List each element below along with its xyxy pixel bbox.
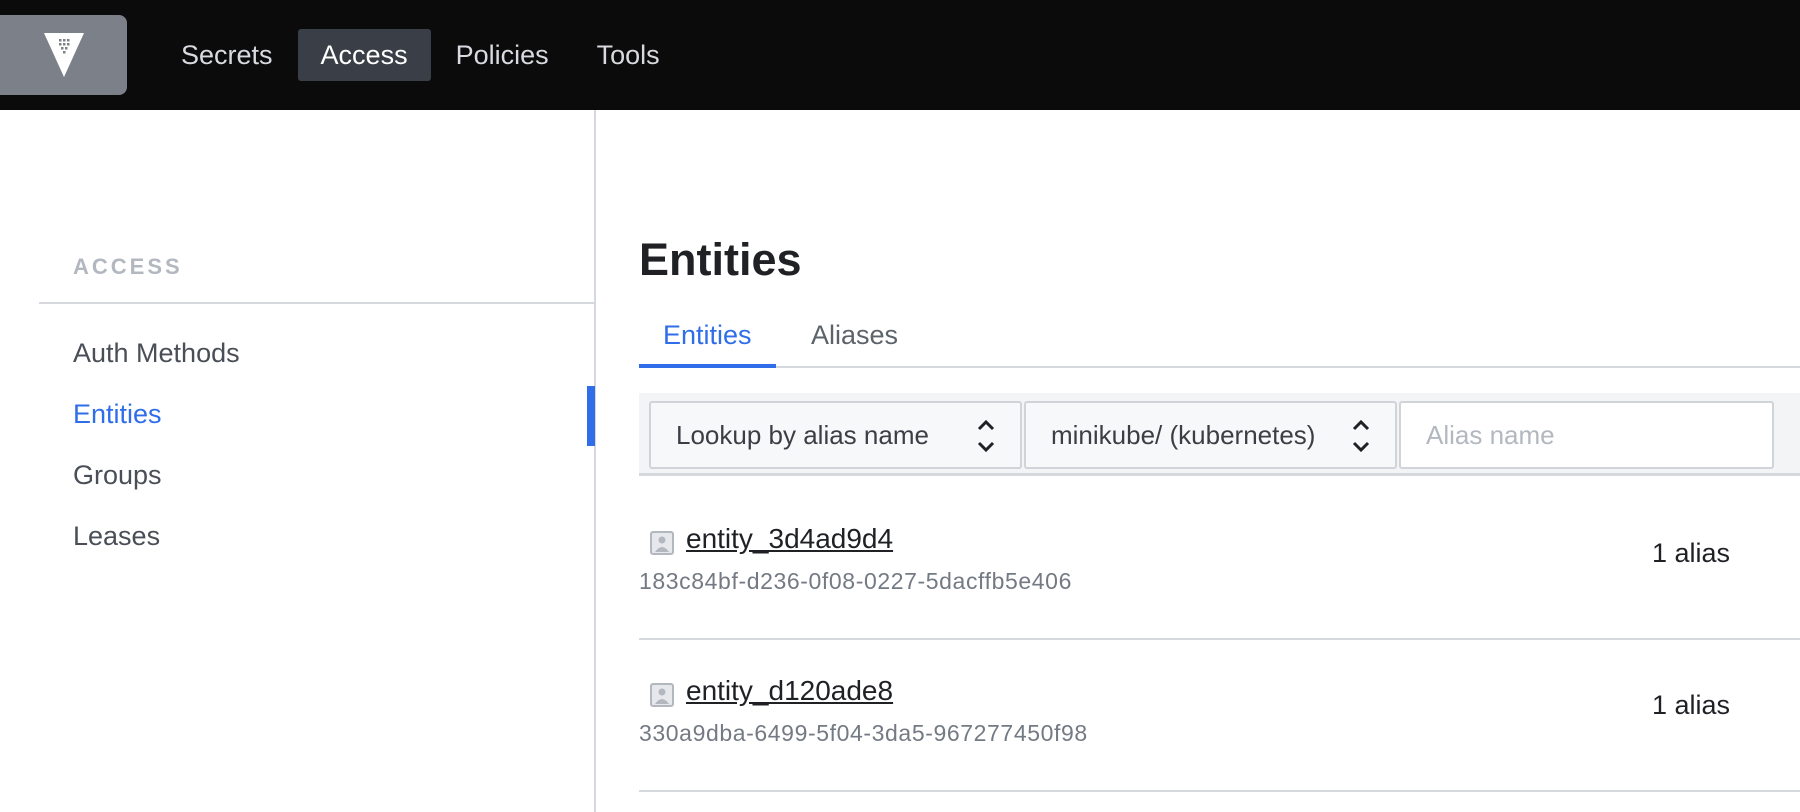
sidebar-item-leases[interactable]: Leases: [73, 521, 160, 552]
chevron-up-down-icon: [977, 419, 995, 453]
tab-bar: Entities Aliases: [639, 320, 1800, 368]
entity-row[interactable]: entity_d120ade8 330a9dba-6499-5f04-3da5-…: [639, 642, 1800, 792]
sidebar-item-groups[interactable]: Groups: [73, 460, 162, 491]
nav-secrets[interactable]: Secrets: [158, 29, 296, 81]
sidebar-divider: [39, 302, 596, 304]
entity-name-link[interactable]: entity_d120ade8: [686, 675, 893, 707]
entity-name-link[interactable]: entity_3d4ad9d4: [686, 523, 893, 555]
chevron-up-down-icon: [1352, 419, 1370, 453]
sidebar: ACCESS Auth Methods Entities Groups Leas…: [0, 110, 596, 812]
lookup-type-select[interactable]: Lookup by alias name: [649, 401, 1022, 469]
tab-entities[interactable]: Entities: [639, 320, 776, 368]
vault-logo-button[interactable]: [0, 15, 127, 95]
main-nav: Secrets Access Policies Tools: [158, 29, 683, 81]
alias-count: 1 alias: [1651, 538, 1730, 568]
entity-row[interactable]: entity_3d4ad9d4 183c84bf-d236-0f08-0227-…: [639, 490, 1800, 640]
lookup-type-value: Lookup by alias name: [676, 419, 929, 450]
nav-access[interactable]: Access: [297, 29, 431, 81]
sidebar-item-entities[interactable]: Entities: [73, 399, 162, 430]
nav-tools[interactable]: Tools: [574, 29, 683, 81]
tab-aliases[interactable]: Aliases: [787, 320, 922, 368]
auth-mount-select[interactable]: minikube/ (kubernetes): [1024, 401, 1397, 469]
sidebar-item-auth-methods[interactable]: Auth Methods: [73, 338, 240, 369]
user-square-icon: [650, 683, 674, 707]
alias-count: 1 alias: [1651, 690, 1730, 720]
page-title: Entities: [639, 234, 802, 285]
sidebar-heading: ACCESS: [73, 254, 183, 279]
user-square-icon: [650, 531, 674, 555]
filter-bar: Lookup by alias name minikube/ (kubernet…: [639, 393, 1800, 476]
alias-name-input[interactable]: [1399, 401, 1774, 469]
top-navigation-bar: Secrets Access Policies Tools: [0, 0, 1800, 110]
nav-policies[interactable]: Policies: [433, 29, 572, 81]
auth-mount-value: minikube/ (kubernetes): [1051, 419, 1316, 450]
main-content: Entities Entities Aliases Lookup by alia…: [598, 110, 1800, 812]
entity-id: 330a9dba-6499-5f04-3da5-967277450f98: [639, 720, 1088, 746]
vault-logo-icon: [43, 33, 84, 77]
active-item-indicator: [587, 386, 595, 446]
entity-id: 183c84bf-d236-0f08-0227-5dacffb5e406: [639, 568, 1072, 594]
